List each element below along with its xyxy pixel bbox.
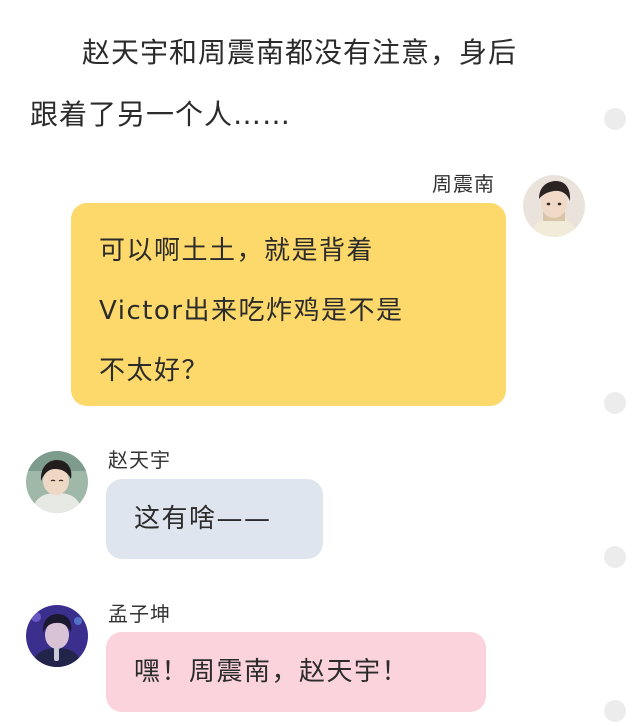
narration-line-1: 赵天宇和周震南都没有注意，身后: [82, 36, 518, 69]
avatar-photo-icon: [26, 451, 88, 513]
sender-name-zhaotianyu: 赵天宇: [108, 448, 171, 472]
message-bubble-mengzikun[interactable]: 嘿！周震南，赵天宇！: [106, 632, 486, 712]
side-dot: [604, 546, 626, 568]
message-bubble-zhaotianyu[interactable]: 这有啥——: [106, 479, 323, 559]
avatar-zhouzhennan[interactable]: [523, 175, 585, 237]
side-dot: [604, 700, 626, 722]
avatar-photo-icon: [523, 175, 585, 237]
sender-name-zhouzhennan: 周震南: [432, 172, 495, 196]
message-line: Victor出来吃炸鸡是不是: [99, 296, 404, 326]
avatar-zhaotianyu[interactable]: [26, 451, 88, 513]
side-dot: [604, 392, 626, 414]
narration-line-2: 跟着了另一个人……: [30, 98, 292, 131]
narration-text: 赵天宇和周震南都没有注意，身后 跟着了另一个人……: [30, 22, 590, 146]
side-dot: [604, 108, 626, 130]
sender-name-mengzikun: 孟子坤: [108, 602, 171, 626]
avatar-photo-icon: [26, 605, 88, 667]
message-line: 不太好？: [99, 356, 210, 386]
message-line: 可以啊土土，就是背着: [99, 236, 375, 266]
avatar-mengzikun[interactable]: [26, 605, 88, 667]
message-bubble-zhouzhennan[interactable]: 可以啊土土，就是背着 Victor出来吃炸鸡是不是 不太好？: [71, 203, 506, 406]
